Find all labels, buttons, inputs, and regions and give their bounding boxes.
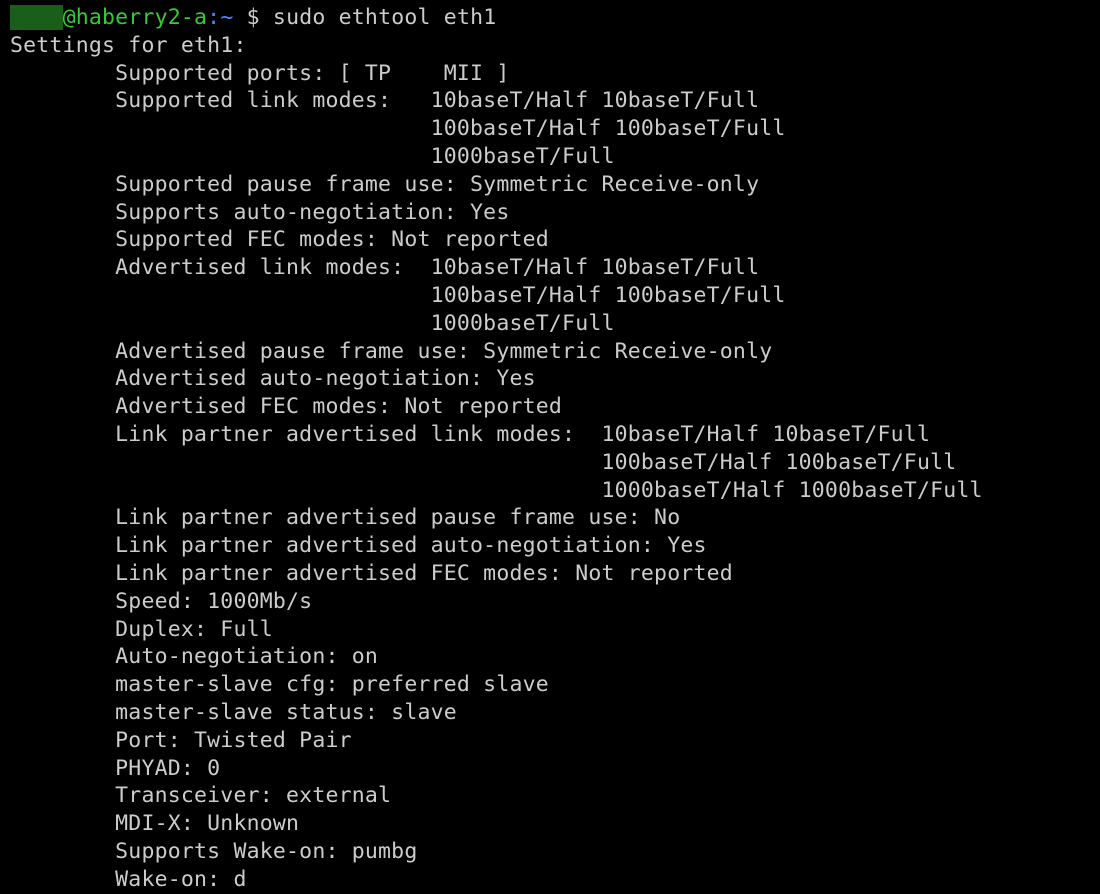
prompt-dollar: $ bbox=[233, 5, 272, 30]
output-line: 100baseT/Half 100baseT/Full bbox=[10, 283, 786, 308]
output-line: Duplex: Full bbox=[10, 617, 273, 642]
terminal-window[interactable]: xxxx@haberry2-a:~ $ sudo ethtool eth1 Se… bbox=[0, 0, 1100, 894]
output-line: master-slave cfg: preferred slave bbox=[10, 672, 549, 697]
output-line: Link partner advertised pause frame use:… bbox=[10, 505, 680, 530]
prompt-user-redacted: xxxx bbox=[10, 5, 63, 30]
output-line: Supported FEC modes: Not reported bbox=[10, 227, 549, 252]
output-line: Transceiver: external bbox=[10, 783, 391, 808]
output-line: Settings for eth1: bbox=[10, 33, 247, 58]
output-line: Auto-negotiation: on bbox=[10, 644, 378, 669]
output-line: Supported ports: [ TP MII ] bbox=[10, 61, 509, 86]
output-line: 100baseT/Half 100baseT/Full bbox=[10, 450, 956, 475]
output-line: Advertised link modes: 10baseT/Half 10ba… bbox=[10, 255, 759, 280]
output-line: Advertised pause frame use: Symmetric Re… bbox=[10, 339, 772, 364]
output-line: Supported pause frame use: Symmetric Rec… bbox=[10, 172, 759, 197]
output-line: Supports Wake-on: pumbg bbox=[10, 839, 417, 864]
output-line: 100baseT/Half 100baseT/Full bbox=[10, 116, 786, 141]
output-line: master-slave status: slave bbox=[10, 700, 457, 725]
output-line: Wake-on: d bbox=[10, 867, 247, 892]
output-line: PHYAD: 0 bbox=[10, 756, 220, 781]
prompt-path: ~ bbox=[220, 5, 233, 30]
output-line: Link partner advertised auto-negotiation… bbox=[10, 533, 707, 558]
output-line: Port: Twisted Pair bbox=[10, 728, 352, 753]
output-line: Link partner advertised FEC modes: Not r… bbox=[10, 561, 733, 586]
output-line: 1000baseT/Full bbox=[10, 311, 615, 336]
prompt-host: @haberry2-a bbox=[63, 5, 208, 30]
output-line: MDI-X: Unknown bbox=[10, 811, 299, 836]
prompt-path-sep: : bbox=[207, 5, 220, 30]
output-line: Supports auto-negotiation: Yes bbox=[10, 200, 509, 225]
output-line: Advertised FEC modes: Not reported bbox=[10, 394, 562, 419]
output-line: Link partner advertised link modes: 10ba… bbox=[10, 422, 930, 447]
output-line: 1000baseT/Full bbox=[10, 144, 615, 169]
prompt-line: xxxx@haberry2-a:~ $ sudo ethtool eth1 bbox=[10, 5, 496, 30]
output-line: Speed: 1000Mb/s bbox=[10, 589, 312, 614]
output-line: Supported link modes: 10baseT/Half 10bas… bbox=[10, 88, 759, 113]
command-text: sudo ethtool eth1 bbox=[273, 5, 496, 30]
output-line: Advertised auto-negotiation: Yes bbox=[10, 366, 536, 391]
output-line: 1000baseT/Half 1000baseT/Full bbox=[10, 478, 983, 503]
